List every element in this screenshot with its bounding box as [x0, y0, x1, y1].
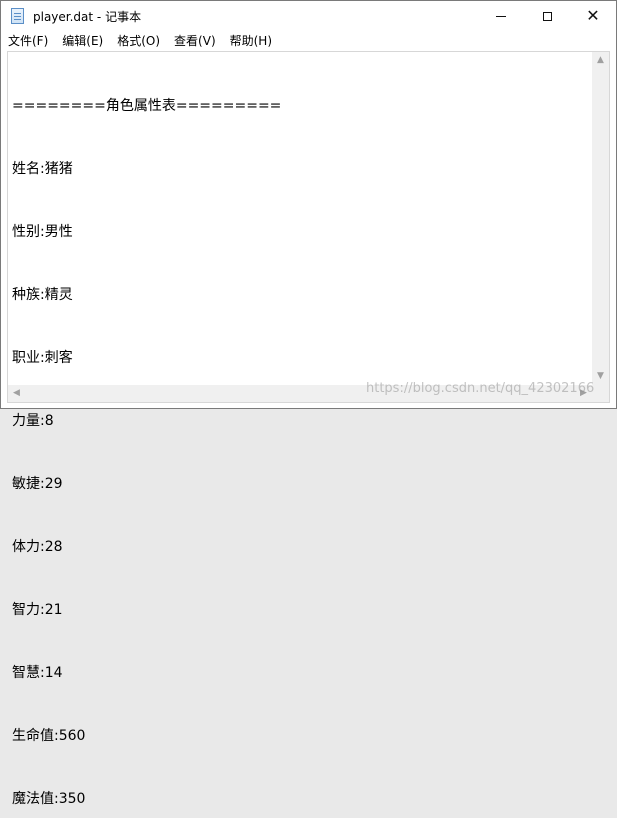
close-button[interactable]: ✕ [570, 1, 616, 31]
vertical-scrollbar[interactable]: ▲ ▼ [592, 52, 609, 385]
text-line: 智慧:14 [12, 665, 63, 681]
maximize-button[interactable] [524, 1, 570, 31]
minimize-button[interactable] [478, 1, 524, 31]
minimize-icon [496, 15, 506, 17]
menu-view[interactable]: 查看(V) [167, 31, 223, 51]
text-line: 姓名:猪猪 [12, 161, 73, 177]
scroll-up-icon[interactable]: ▲ [592, 52, 609, 69]
menu-bar: 文件(F) 编辑(E) 格式(O) 查看(V) 帮助(H) [1, 31, 616, 51]
text-line: 性别:男性 [12, 224, 73, 240]
text-content[interactable]: ========角色属性表========= 姓名:猪猪 性别:男性 种族:精灵… [12, 54, 592, 807]
scroll-left-icon[interactable]: ◀ [8, 385, 25, 402]
text-line: 力量:8 [12, 413, 54, 429]
notepad-window: player.dat - 记事本 ✕ 文件(F) 编辑(E) 格式(O) 查看(… [0, 0, 617, 807]
scroll-down-icon[interactable]: ▼ [592, 368, 609, 385]
text-editor[interactable]: ========角色属性表========= 姓名:猪猪 性别:男性 种族:精灵… [7, 51, 610, 807]
close-icon: ✕ [586, 6, 600, 25]
text-line: 体力:28 [12, 539, 63, 555]
title-bar[interactable]: player.dat - 记事本 ✕ [1, 1, 616, 31]
text-line: 魔法值:350 [12, 791, 86, 807]
menu-file[interactable]: 文件(F) [1, 31, 55, 51]
text-line: 种族:精灵 [12, 287, 73, 303]
menu-format[interactable]: 格式(O) [110, 31, 167, 51]
watermark: https://blog.csdn.net/qq_42302166 [366, 381, 595, 396]
text-line: 敏捷:29 [12, 476, 63, 492]
text-line: ========角色属性表========= [12, 98, 282, 114]
text-line: 智力:21 [12, 602, 63, 618]
text-line: 生命值:560 [12, 728, 86, 744]
scrollbar-corner [592, 385, 609, 402]
maximize-icon [542, 11, 552, 21]
text-line: 职业:刺客 [12, 350, 73, 366]
window-title: player.dat - 记事本 [33, 10, 142, 24]
menu-edit[interactable]: 编辑(E) [55, 31, 110, 51]
menu-help[interactable]: 帮助(H) [223, 31, 279, 51]
notepad-icon [11, 8, 24, 24]
